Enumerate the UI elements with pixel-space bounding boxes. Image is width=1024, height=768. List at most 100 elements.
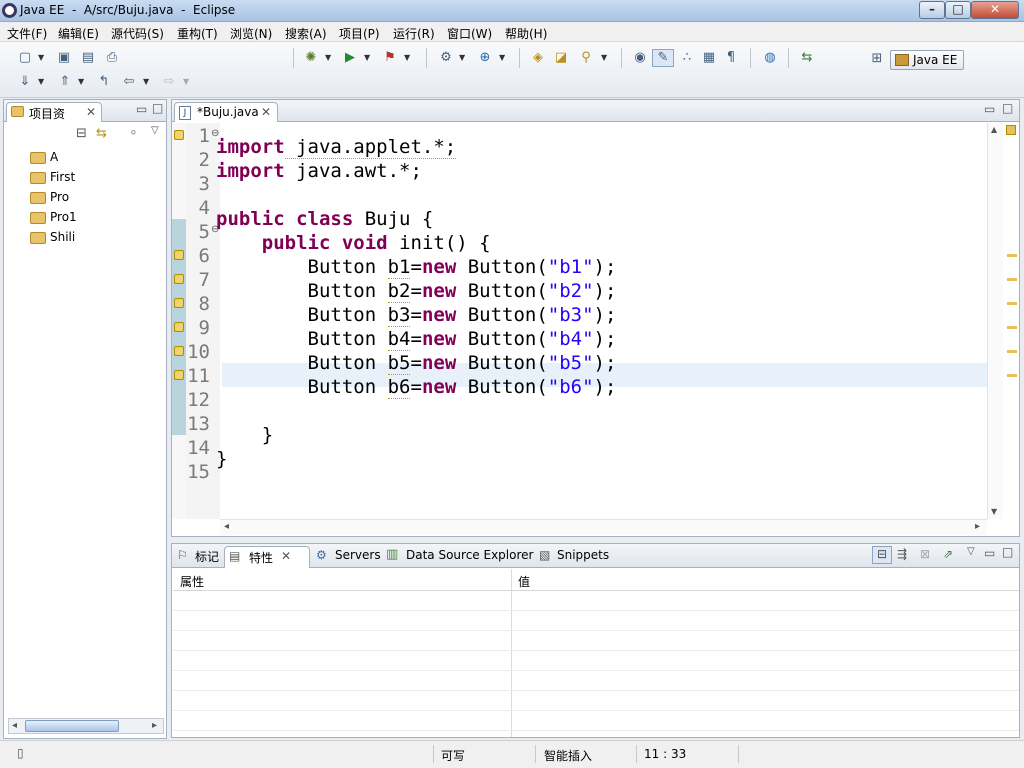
chevron-down-icon[interactable]: ▼ [404,52,412,64]
tab-project-explorer[interactable]: 项目资 ✕ [6,102,102,122]
open-perspective-icon[interactable]: ⊞ [868,51,886,67]
scroll-up-icon[interactable]: ▲ [991,125,997,134]
collapse-all-icon[interactable]: ⊟ [76,126,87,141]
menu-source[interactable]: 源代码(S) [111,25,164,42]
project-item[interactable]: Shili [50,230,75,244]
new-java-class-icon[interactable]: ⊕ [476,50,494,66]
scroll-down-icon[interactable]: ▼ [991,507,997,516]
overview-marker[interactable] [1007,374,1017,377]
tab-markers[interactable]: 标记 [195,548,219,565]
chevron-down-icon[interactable]: ▼ [601,52,609,64]
scroll-right-icon[interactable]: ▸ [975,521,980,532]
chevron-down-icon[interactable]: ▼ [459,52,467,64]
chevron-down-icon[interactable]: ▼ [364,52,372,64]
search-icon[interactable]: ⚲ [577,50,595,66]
overview-marker[interactable] [1007,254,1017,257]
tab-data-source-explorer[interactable]: Data Source Explorer [406,548,533,562]
column-header-value[interactable]: 值 [518,573,530,590]
menu-run[interactable]: 运行(R) [393,25,435,42]
vertical-scrollbar[interactable]: ▲ ▼ [987,123,1003,519]
chevron-down-icon[interactable]: ▼ [183,76,191,88]
toggle-highlight-icon[interactable]: ✎ [652,49,674,67]
scroll-right-icon[interactable]: ▸ [152,720,157,731]
perspective-java-ee[interactable]: Java EE [890,50,964,70]
minimize-view-icon[interactable]: ▭ [984,102,995,116]
horizontal-scrollbar[interactable]: ◂ ▸ [8,718,164,734]
menu-search[interactable]: 搜索(A) [285,25,327,42]
tab-buju-java[interactable]: J *Buju.java ✕ [174,102,278,122]
chevron-down-icon[interactable]: ▼ [143,76,151,88]
code-text[interactable]: import java.applet.*; import java.awt.*; … [216,135,616,495]
pin-icon[interactable]: ⇗ [943,547,953,561]
maximize-view-icon[interactable]: □ [1002,101,1013,115]
external-tools-icon[interactable]: ⚑ [381,50,399,66]
column-header-property[interactable]: 属性 [180,573,204,590]
restore-default-icon[interactable]: ⊠ [920,547,930,561]
view-menu-icon[interactable]: ▽ [151,125,159,136]
menu-edit[interactable]: 编辑(E) [58,25,99,42]
filter-icon[interactable]: ⚬ [128,126,139,141]
fast-view-icon[interactable]: ▯ [17,746,24,760]
project-item[interactable]: Pro1 [50,210,77,224]
overview-marker[interactable] [1007,302,1017,305]
editor-body[interactable]: 1 2 3 4 5 6 7 8 9 10 11 12 13 14 15 ⊖ ⊖ … [172,123,988,519]
open-folder-icon[interactable]: ◪ [552,50,570,66]
warning-icon[interactable] [1006,125,1016,135]
new-server-icon[interactable]: ⚙ [437,50,455,66]
web-services-icon[interactable]: ⇆ [798,50,816,66]
next-annotation-icon[interactable]: ⇓ [16,74,34,90]
close-icon[interactable]: ✕ [261,105,271,119]
overview-ruler[interactable] [1003,123,1019,519]
save-all-icon[interactable]: ▤ [79,50,97,66]
close-icon[interactable]: ✕ [86,105,96,119]
show-whitespace-icon[interactable]: ▦ [700,50,718,66]
view-menu-icon[interactable]: ▽ [967,546,975,557]
project-item[interactable]: A [50,150,58,164]
overview-marker[interactable] [1007,278,1017,281]
scroll-left-icon[interactable]: ◂ [224,521,229,532]
editor-horizontal-scrollbar[interactable]: ◂ ▸ [220,519,987,535]
chevron-down-icon[interactable]: ▼ [325,52,333,64]
close-icon[interactable]: ✕ [281,549,291,563]
tab-servers[interactable]: Servers [335,548,381,562]
block-select-icon[interactable]: ∴ [678,50,696,66]
debug-icon[interactable]: ✺ [302,50,320,66]
last-edit-icon[interactable]: ↰ [95,74,113,90]
run-icon[interactable]: ▶ [341,50,359,66]
minimize-button[interactable]: – [919,1,945,19]
maximize-view-icon[interactable]: □ [1002,545,1013,559]
chevron-down-icon[interactable]: ▼ [38,52,46,64]
close-button[interactable]: ✕ [971,1,1019,19]
menu-navigate[interactable]: 浏览(N) [230,25,272,42]
menu-refactor[interactable]: 重构(T) [177,25,218,42]
advanced-icon[interactable]: ⇶ [897,547,907,561]
globe-icon[interactable]: ◍ [761,50,779,66]
save-icon[interactable]: ▣ [55,50,73,66]
minimize-view-icon[interactable]: ▭ [984,546,995,560]
maximize-view-icon[interactable]: □ [152,101,163,115]
chevron-down-icon[interactable]: ▼ [499,52,507,64]
tab-properties[interactable]: ▤ 特性 ✕ [224,546,310,568]
tab-snippets[interactable]: Snippets [557,548,609,562]
project-item[interactable]: First [50,170,75,184]
open-type-icon[interactable]: ◈ [529,50,547,66]
menu-project[interactable]: 项目(P) [339,25,380,42]
menu-help[interactable]: 帮助(H) [505,25,547,42]
minimize-view-icon[interactable]: ▭ [136,102,147,116]
overview-marker[interactable] [1007,326,1017,329]
overview-marker[interactable] [1007,350,1017,353]
new-icon[interactable]: ▢ [16,50,34,66]
back-icon[interactable]: ⇦ [120,74,138,90]
menu-file[interactable]: 文件(F) [7,25,47,42]
paragraph-icon[interactable]: ¶ [722,50,740,66]
chevron-down-icon[interactable]: ▼ [38,76,46,88]
categories-icon[interactable]: ⊟ [872,546,892,564]
toggle-mark-icon[interactable]: ◉ [631,50,649,66]
maximize-button[interactable]: □ [945,1,971,19]
project-item[interactable]: Pro [50,190,69,204]
print-icon[interactable]: ⎙ [103,50,121,66]
link-editor-icon[interactable]: ⇆ [96,126,107,141]
menu-window[interactable]: 窗口(W) [447,25,492,42]
forward-icon[interactable]: ⇨ [160,74,178,90]
prev-annotation-icon[interactable]: ⇑ [56,74,74,90]
